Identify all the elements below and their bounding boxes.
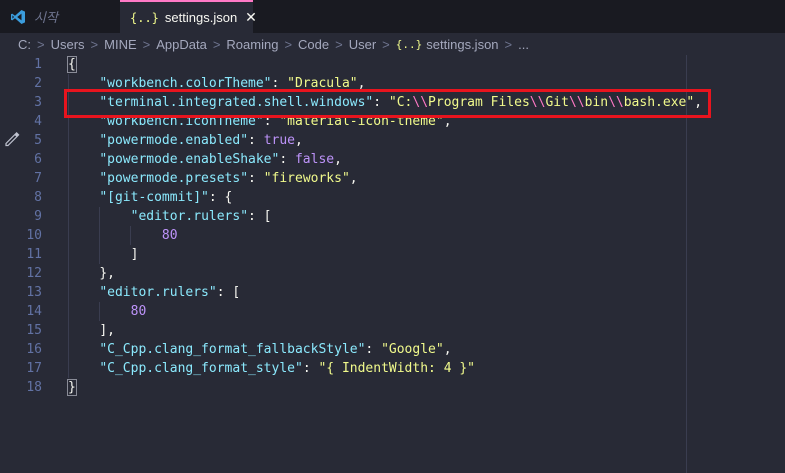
line-number: 3 — [34, 95, 42, 110]
json-braces-icon: {..} — [130, 10, 159, 25]
code-line: ] — [68, 245, 702, 264]
breadcrumb-separator: > — [142, 36, 151, 52]
json-key: "powermode.presets" — [99, 171, 249, 186]
breadcrumb-item-appdata[interactable]: AppData — [156, 37, 207, 52]
json-key: "C_Cpp.clang_format_style" — [99, 361, 303, 376]
json-string: "Google" — [381, 342, 444, 357]
json-string: "fireworks" — [263, 171, 350, 186]
pencil-icon[interactable] — [4, 131, 20, 147]
json-string: "{ IndentWidth: 4 }" — [318, 361, 476, 376]
breadcrumb-separator: > — [90, 36, 99, 52]
json-key: "powermode.enableShake" — [99, 152, 280, 167]
json-boolean: true — [263, 133, 295, 148]
line-number-gutter: 1 2 3 4 5 6 7 8 9 10 11 12 13 14 15 16 1… — [0, 55, 44, 397]
code-line: ], — [68, 321, 702, 340]
vscode-logo-icon — [11, 9, 25, 24]
line-number: 1 — [34, 57, 42, 72]
breadcrumb-item-roaming[interactable]: Roaming — [226, 37, 278, 52]
tab-start-label: 시작 — [34, 10, 58, 25]
code-line: "C_Cpp.clang_format_style": "{ IndentWid… — [68, 359, 702, 378]
line-number: 15 — [26, 323, 42, 338]
code-line: "editor.rulers": [ — [68, 283, 702, 302]
breadcrumb-separator: > — [504, 36, 513, 52]
breadcrumb: C: > Users > MINE > AppData > Roaming > … — [0, 33, 785, 55]
line-number: 14 — [26, 304, 42, 319]
tab-settings-label: settings.json — [164, 10, 238, 25]
breadcrumb-separator: > — [382, 36, 390, 52]
breadcrumb-separator: > — [37, 36, 45, 52]
json-key: "powermode.enabled" — [99, 133, 249, 148]
close-brace: } — [67, 379, 77, 396]
line-number: 13 — [26, 285, 42, 300]
breadcrumb-item-c[interactable]: C: — [18, 37, 31, 52]
line-number: 10 — [26, 228, 42, 243]
line-number: 2 — [34, 76, 42, 91]
breadcrumb-separator: > — [335, 36, 343, 52]
breadcrumb-item-mine[interactable]: MINE — [104, 37, 137, 52]
json-braces-icon: {..} — [395, 37, 423, 51]
line-number: 11 — [26, 247, 42, 262]
open-brace: { — [67, 56, 77, 73]
json-key: "C_Cpp.clang_format_fallbackStyle" — [99, 342, 366, 357]
line-number: 17 — [26, 361, 42, 376]
json-boolean: false — [294, 152, 335, 167]
code-line: "powermode.enabled": true, — [68, 131, 702, 150]
breadcrumb-item-user[interactable]: User — [349, 37, 376, 52]
json-key: "editor.rulers" — [130, 209, 249, 224]
line-number: 12 — [26, 266, 42, 281]
json-number: 80 — [130, 304, 147, 319]
breadcrumb-item-more[interactable]: ... — [518, 37, 529, 52]
code-line: "[git-commit]": { — [68, 188, 702, 207]
json-number: 80 — [161, 228, 178, 243]
code-line: }, — [68, 264, 702, 283]
breadcrumb-item-code[interactable]: Code — [298, 37, 329, 52]
highlight-box — [64, 89, 711, 118]
code-line: "C_Cpp.clang_format_fallbackStyle": "Goo… — [68, 340, 702, 359]
line-number: 6 — [34, 152, 42, 167]
breadcrumb-item-users[interactable]: Users — [51, 37, 85, 52]
code-line: 80 — [68, 226, 702, 245]
line-number: 4 — [34, 114, 42, 129]
line-number: 16 — [26, 342, 42, 357]
code-line: 80 — [68, 302, 702, 321]
line-number: 9 — [34, 209, 42, 224]
json-key: "[git-commit]" — [99, 190, 209, 205]
code-line: } — [67, 378, 702, 397]
line-number: 8 — [34, 190, 42, 205]
breadcrumb-item-settings-json[interactable]: settings.json — [426, 37, 498, 52]
line-number: 7 — [34, 171, 42, 186]
breadcrumb-separator: > — [284, 36, 293, 52]
code-line: "editor.rulers": [ — [68, 207, 702, 226]
breadcrumb-separator: > — [212, 36, 221, 52]
json-key: "editor.rulers" — [99, 285, 217, 300]
tab-start[interactable]: 시작 — [0, 0, 120, 33]
line-number: 18 — [26, 380, 42, 395]
tab-settings-json[interactable]: {..} settings.json ✕ — [120, 0, 257, 33]
code-line: { — [67, 55, 702, 74]
code-line: "powermode.enableShake": false, — [68, 150, 702, 169]
close-icon[interactable]: ✕ — [245, 9, 257, 26]
tab-bar: 시작 {..} settings.json ✕ — [0, 0, 785, 33]
code-line: "powermode.presets": "fireworks", — [68, 169, 702, 188]
